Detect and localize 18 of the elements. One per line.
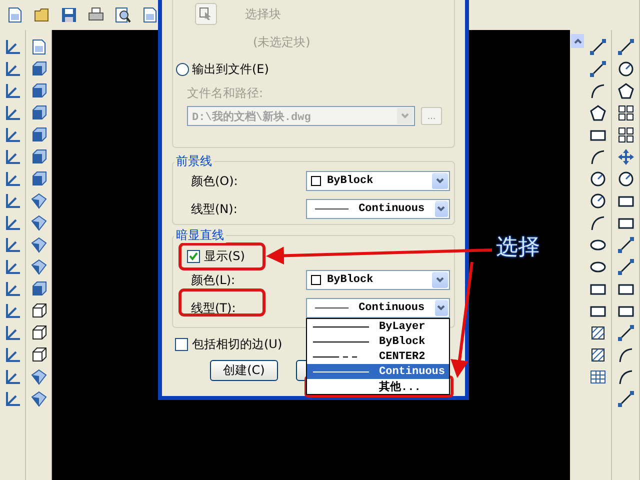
block-status: (未选定块) bbox=[253, 34, 310, 50]
dropdown-value: Continuous bbox=[358, 302, 425, 314]
output-file-label: 输出到文件(E) bbox=[192, 60, 269, 78]
linetype-label: 线型(T): bbox=[191, 300, 236, 316]
dropdown-value: Continuous bbox=[358, 203, 425, 215]
color-label: 颜色(L): bbox=[191, 272, 236, 288]
linetype-label: 线型(N): bbox=[191, 200, 238, 218]
dropdown-value: ByBlock bbox=[327, 274, 374, 286]
dropdown-value: ByBlock bbox=[327, 175, 374, 187]
block-label: 选择块 bbox=[245, 6, 281, 22]
group-title: 前景线 bbox=[174, 154, 214, 169]
annotation-label: 选择 bbox=[496, 234, 540, 262]
dropdown-value: D:\我的文档\新块.dwg bbox=[192, 110, 312, 124]
include-tangent-label: 包括相切的边(U) bbox=[192, 336, 282, 352]
file-path-label: 文件名和路径: bbox=[187, 84, 264, 102]
group-title: 暗显直线 bbox=[174, 228, 226, 243]
color-label: 颜色(O): bbox=[191, 172, 238, 190]
show-label: 显示(S) bbox=[204, 248, 245, 264]
